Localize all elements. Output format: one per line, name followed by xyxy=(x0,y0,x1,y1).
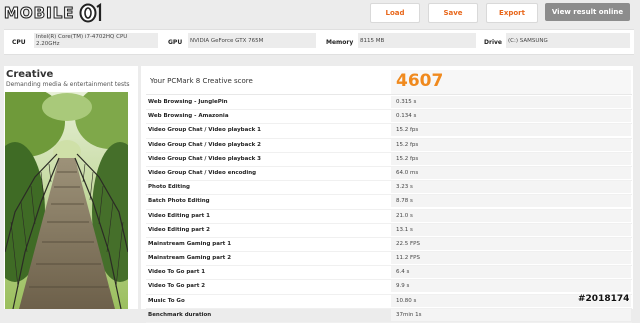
result-value: 22.5 FPS xyxy=(396,240,420,247)
table-row: Video Editing part 1 21.0 s xyxy=(146,209,632,224)
system-info-bar: CPU Intel(R) Core(TM) i7-4702HQ CPU 2.20… xyxy=(4,29,634,55)
toolbar: MOBILE Load Save Export View result onli… xyxy=(0,0,640,28)
result-value-background xyxy=(391,280,631,293)
result-name: Video Group Chat / Video playback 1 xyxy=(148,127,261,134)
result-value-background xyxy=(391,166,631,179)
result-value: 10.80 s xyxy=(396,297,417,304)
table-row: Video To Go part 2 9.9 s xyxy=(146,280,632,295)
logo-text: MOBILE xyxy=(4,4,75,23)
table-row: Video Editing part 2 13.1 s xyxy=(146,223,632,238)
result-value: 64.0 ms xyxy=(396,169,419,176)
result-value: 15.2 fps xyxy=(396,155,419,162)
result-value-background xyxy=(391,237,631,250)
score-label: Your PCMark 8 Creative score xyxy=(150,77,253,85)
result-value-background xyxy=(391,308,631,321)
result-value-background xyxy=(391,110,631,123)
result-name: Mainstream Gaming part 1 xyxy=(148,240,232,247)
table-row: Video Group Chat / Video encoding 64.0 ms xyxy=(146,166,632,182)
cpu-value-line1: Intel(R) Core(TM) i7-4702HQ CPU xyxy=(36,34,128,40)
cpu-value-line2: 2.20GHz xyxy=(36,41,60,47)
result-name: Video Editing part 2 xyxy=(148,226,210,233)
memory-label: Memory xyxy=(326,39,354,46)
table-row: Video Group Chat / Video playback 1 15.2 … xyxy=(146,124,632,139)
table-row: Video Group Chat / Video playback 3 15.2 … xyxy=(146,152,632,167)
drive-value-box: (C:) SAMSUNG xyxy=(506,33,630,48)
result-value-background xyxy=(391,266,631,279)
results-table: Web Browsing - JunglePin 0.315 s Web Brows… xyxy=(146,96,632,323)
save-button[interactable]: Save xyxy=(428,3,478,23)
test-title: Creative xyxy=(6,69,54,80)
result-value-background xyxy=(391,124,631,137)
table-row: Video To Go part 1 6.4 s xyxy=(146,266,632,281)
result-value-background xyxy=(391,138,631,151)
result-value: 15.2 fps xyxy=(396,141,419,148)
result-value-background xyxy=(391,152,631,165)
result-value: 37min 1s xyxy=(396,311,422,318)
result-value: 0.315 s xyxy=(396,99,417,105)
table-row: Music To Go 10.80 s xyxy=(146,294,632,309)
result-value: 6.4 s xyxy=(396,269,410,276)
table-row: Web Browsing - Amazonia 0.134 s xyxy=(146,110,632,125)
result-name: Benchmark duration xyxy=(148,311,212,318)
result-name: Video Editing part 1 xyxy=(148,212,210,219)
result-value: 0.134 s xyxy=(396,113,417,120)
results-panel: Your PCMark 8 Creative score 4607 Web Br… xyxy=(141,66,633,323)
result-value: 8.78 s xyxy=(396,198,413,205)
gpu-value: NVIDIA GeForce GTX 765M xyxy=(190,38,264,44)
drive-label: Drive xyxy=(484,39,502,46)
table-row: Mainstream Gaming part 1 22.5 FPS xyxy=(146,237,632,253)
gpu-label: GPU xyxy=(168,39,183,46)
mobile01-logo[interactable]: MOBILE xyxy=(4,2,105,24)
result-value: 9.9 s xyxy=(396,283,410,290)
logo-mark-icon xyxy=(79,3,101,23)
result-value-background xyxy=(391,252,631,265)
result-value: 11.2 FPS xyxy=(396,255,420,262)
table-row: Web Browsing - JunglePin 0.315 s xyxy=(146,96,632,111)
cpu-value-box: Intel(R) Core(TM) i7-4702HQ CPU 2.20GHz xyxy=(34,33,158,48)
result-value-background xyxy=(391,209,631,222)
gpu-value-box: NVIDIA GeForce GTX 765M xyxy=(188,33,316,48)
result-value: 21.0 s xyxy=(396,212,413,219)
table-row: Video Group Chat / Video playback 2 15.2 … xyxy=(146,138,632,153)
result-value: 15.2 fps xyxy=(396,127,419,134)
result-name: Web Browsing - Amazonia xyxy=(148,113,229,120)
table-row: Mainstream Gaming part 2 11.2 FPS xyxy=(146,252,632,267)
result-name: Video Group Chat / Video encoding xyxy=(148,169,257,176)
result-name: Photo Editing xyxy=(148,184,190,191)
result-value: 13.1 s xyxy=(396,226,413,233)
score-value: 4607 xyxy=(396,71,444,91)
view-result-online-button[interactable]: View result online xyxy=(545,3,630,21)
test-subtitle: Demanding media & entertainment tests xyxy=(6,81,130,88)
table-row: Batch Photo Editing 8.78 s xyxy=(146,195,632,210)
result-name: Batch Photo Editing xyxy=(148,198,210,205)
right-margin xyxy=(633,55,640,309)
memory-value-box: 8115 MB xyxy=(358,33,476,48)
rope-bridge-image xyxy=(5,92,128,309)
export-button[interactable]: Export xyxy=(486,3,538,23)
load-button[interactable]: Load xyxy=(370,3,420,23)
test-info-panel: Creative Demanding media & entertainment… xyxy=(4,66,138,309)
result-name: Video Group Chat / Video playback 2 xyxy=(148,141,261,148)
drive-value: (C:) SAMSUNG xyxy=(508,38,548,44)
score-row: Your PCMark 8 Creative score 4607 xyxy=(146,70,632,95)
result-value-background xyxy=(391,223,631,236)
result-value-background xyxy=(391,96,631,108)
result-name: Video To Go part 1 xyxy=(148,269,206,276)
table-row: Benchmark duration 37min 1s xyxy=(146,308,632,323)
cpu-label: CPU xyxy=(12,39,26,46)
result-name: Video To Go part 2 xyxy=(148,283,206,290)
result-value-background xyxy=(391,181,631,194)
watermark: #2018174 xyxy=(578,294,630,304)
result-name: Web Browsing - JunglePin xyxy=(148,99,228,105)
result-value-background xyxy=(391,195,631,208)
result-value: 3.23 s xyxy=(396,184,413,191)
result-name: Mainstream Gaming part 2 xyxy=(148,255,232,262)
table-row: Photo Editing 3.23 s xyxy=(146,181,632,196)
memory-value: 8115 MB xyxy=(360,38,385,44)
result-name: Video Group Chat / Video playback 3 xyxy=(148,155,261,162)
result-name: Music To Go xyxy=(148,297,185,304)
